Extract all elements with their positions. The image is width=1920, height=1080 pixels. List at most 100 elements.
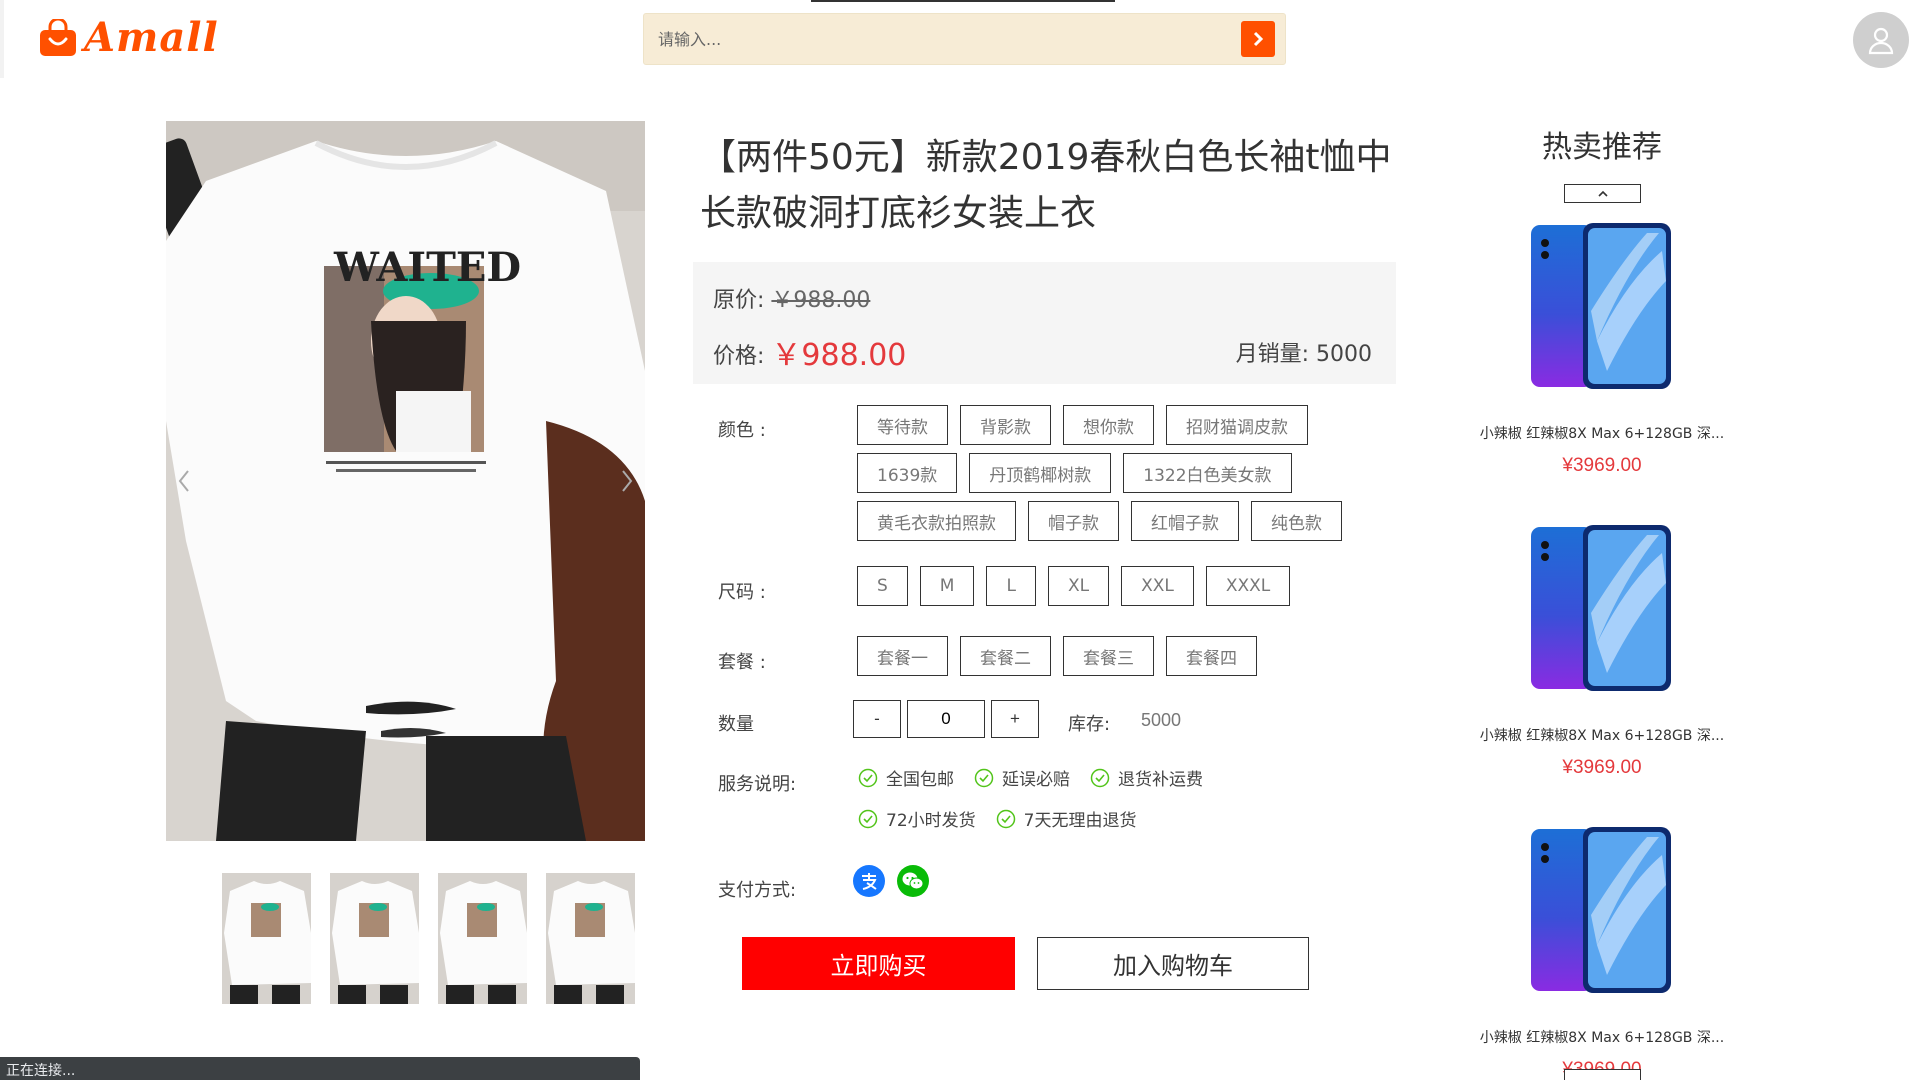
original-price-label: 原价:: [713, 288, 772, 313]
thumbnail-2[interactable]: [330, 873, 419, 1004]
user-avatar[interactable]: [1853, 12, 1909, 68]
thumbnail-image: [546, 873, 635, 1004]
current-price-row: 价格: ￥988.00: [713, 330, 906, 374]
size-option[interactable]: L: [986, 566, 1036, 606]
thumbnail-3[interactable]: [438, 873, 527, 1004]
color-option[interactable]: 等待款: [857, 405, 948, 445]
product-title: 【两件50元】新款2019春秋白色长袖t恤中长款破洞打底衫女装上衣: [700, 137, 1392, 234]
add-to-cart-button[interactable]: 加入购物车: [1037, 937, 1309, 990]
service-text: 延误必赔: [1002, 770, 1070, 790]
package-options: 套餐一 套餐二 套餐三 套餐四: [857, 636, 1377, 676]
logo[interactable]: Amall: [38, 18, 219, 58]
color-option[interactable]: 招财猫调皮款: [1166, 405, 1308, 445]
size-option[interactable]: M: [919, 566, 975, 606]
color-option[interactable]: 背影款: [960, 405, 1051, 445]
color-option[interactable]: 纯色款: [1251, 501, 1342, 541]
phone-image: [1531, 525, 1671, 691]
main-product-image[interactable]: WAITED: [166, 121, 645, 841]
check-circle-icon: [996, 809, 1015, 828]
current-price: ￥988.00: [771, 338, 907, 373]
chevron-up-icon: [1597, 190, 1608, 197]
check-circle-icon: [858, 768, 878, 787]
chevron-right-icon: [1253, 31, 1264, 47]
service-item: 全国包邮: [858, 765, 954, 790]
hot-item-price: ¥3969.00: [1562, 455, 1642, 476]
service-text: 72小时发货: [886, 811, 976, 831]
package-option[interactable]: 套餐四: [1166, 636, 1257, 676]
color-label: 颜色 :: [718, 420, 766, 441]
wechat-glyph: [902, 872, 924, 890]
size-option[interactable]: XXL: [1121, 566, 1194, 606]
quantity-minus-button[interactable]: -: [853, 700, 901, 738]
stock-label: 库存:: [1068, 714, 1111, 735]
hot-item[interactable]: 小辣椒 红辣椒8X Max 6+128GB 深... ¥3969.00: [1470, 825, 1734, 1080]
color-option[interactable]: 红帽子款: [1131, 501, 1239, 541]
service-item: 7天无理由退货: [996, 806, 1137, 831]
service-label: 服务说明:: [718, 774, 797, 795]
thumbnail-image: [222, 873, 311, 1004]
search-button[interactable]: [1241, 21, 1275, 57]
hot-item-price: ¥3969.00: [1562, 757, 1642, 778]
package-option[interactable]: 套餐三: [1063, 636, 1154, 676]
hot-item-name: 小辣椒 红辣椒8X Max 6+128GB 深...: [1479, 426, 1725, 442]
package-option[interactable]: 套餐二: [960, 636, 1051, 676]
alipay-icon[interactable]: [853, 865, 885, 897]
service-text: 全国包邮: [886, 770, 954, 790]
tshirt-photo: WAITED: [166, 121, 645, 841]
size-option[interactable]: XXXL: [1205, 566, 1291, 606]
phone-image: [1531, 223, 1671, 389]
phone-image: [1531, 827, 1671, 993]
search-input[interactable]: [644, 14, 1241, 64]
payment-methods: [853, 865, 929, 897]
quantity-plus-button[interactable]: +: [991, 700, 1039, 738]
wechat-pay-icon[interactable]: [897, 865, 929, 897]
service-item: 延误必赔: [974, 765, 1070, 790]
logo-text: Amall: [84, 14, 219, 61]
service-item: 72小时发货: [858, 806, 976, 831]
size-options: S M L XL XXL XXXL: [857, 566, 1377, 606]
size-option[interactable]: XL: [1047, 566, 1110, 606]
shopping-bag-icon: [40, 19, 76, 56]
shirt-print-text: WAITED: [333, 244, 521, 291]
hot-scroll-down-button[interactable]: [1564, 1069, 1641, 1080]
original-price: ￥988.00: [771, 288, 871, 313]
alipay-glyph: [862, 873, 877, 890]
original-price-row: 原价: ￥988.00: [713, 282, 870, 314]
hot-item-name: 小辣椒 红辣椒8X Max 6+128GB 深...: [1479, 1030, 1725, 1046]
size-option[interactable]: S: [857, 566, 908, 606]
browser-status-bar: 正在连接...: [0, 1057, 640, 1080]
price-box: 原价: ￥988.00 价格: ￥988.00 月销量: 5000: [693, 262, 1396, 384]
package-option[interactable]: 套餐一: [857, 636, 948, 676]
check-circle-icon: [858, 809, 878, 828]
color-option[interactable]: 丹顶鹤椰树款: [969, 453, 1112, 493]
top-divider: [811, 0, 1115, 2]
package-label: 套餐 :: [718, 652, 766, 673]
thumbnail-image: [438, 873, 527, 1004]
payment-label: 支付方式:: [718, 880, 797, 901]
search-bar: [643, 13, 1286, 65]
buy-now-button[interactable]: 立即购买: [742, 937, 1015, 990]
hot-title: 热卖推荐: [1542, 130, 1662, 165]
thumbnail-1[interactable]: [222, 873, 311, 1004]
header-edge: [0, 0, 4, 78]
quantity-input[interactable]: [907, 700, 985, 738]
check-circle-icon: [1090, 768, 1110, 787]
color-option[interactable]: 帽子款: [1028, 501, 1119, 541]
hot-scroll-up-button[interactable]: [1564, 184, 1641, 203]
hot-item-name: 小辣椒 红辣椒8X Max 6+128GB 深...: [1479, 728, 1725, 744]
color-option[interactable]: 1639款: [857, 453, 958, 493]
service-text: 7天无理由退货: [1023, 811, 1137, 831]
service-item: 退货补运费: [1090, 765, 1203, 790]
monthly-sales-value: 5000: [1316, 342, 1372, 367]
quantity-label: 数量: [718, 714, 754, 735]
color-option[interactable]: 黄毛衣款拍照款: [857, 501, 1016, 541]
hot-item[interactable]: 小辣椒 红辣椒8X Max 6+128GB 深... ¥3969.00: [1470, 221, 1734, 477]
color-option[interactable]: 想你款: [1063, 405, 1154, 445]
price-label: 价格:: [713, 344, 772, 369]
quantity-stepper: - +: [853, 700, 1039, 738]
hot-item[interactable]: 小辣椒 红辣椒8X Max 6+128GB 深... ¥3969.00: [1470, 523, 1734, 779]
service-text: 退货补运费: [1118, 770, 1203, 790]
color-option[interactable]: 1322白色美女款: [1123, 453, 1292, 493]
thumbnail-image: [330, 873, 419, 1004]
thumbnail-4[interactable]: [546, 873, 635, 1004]
